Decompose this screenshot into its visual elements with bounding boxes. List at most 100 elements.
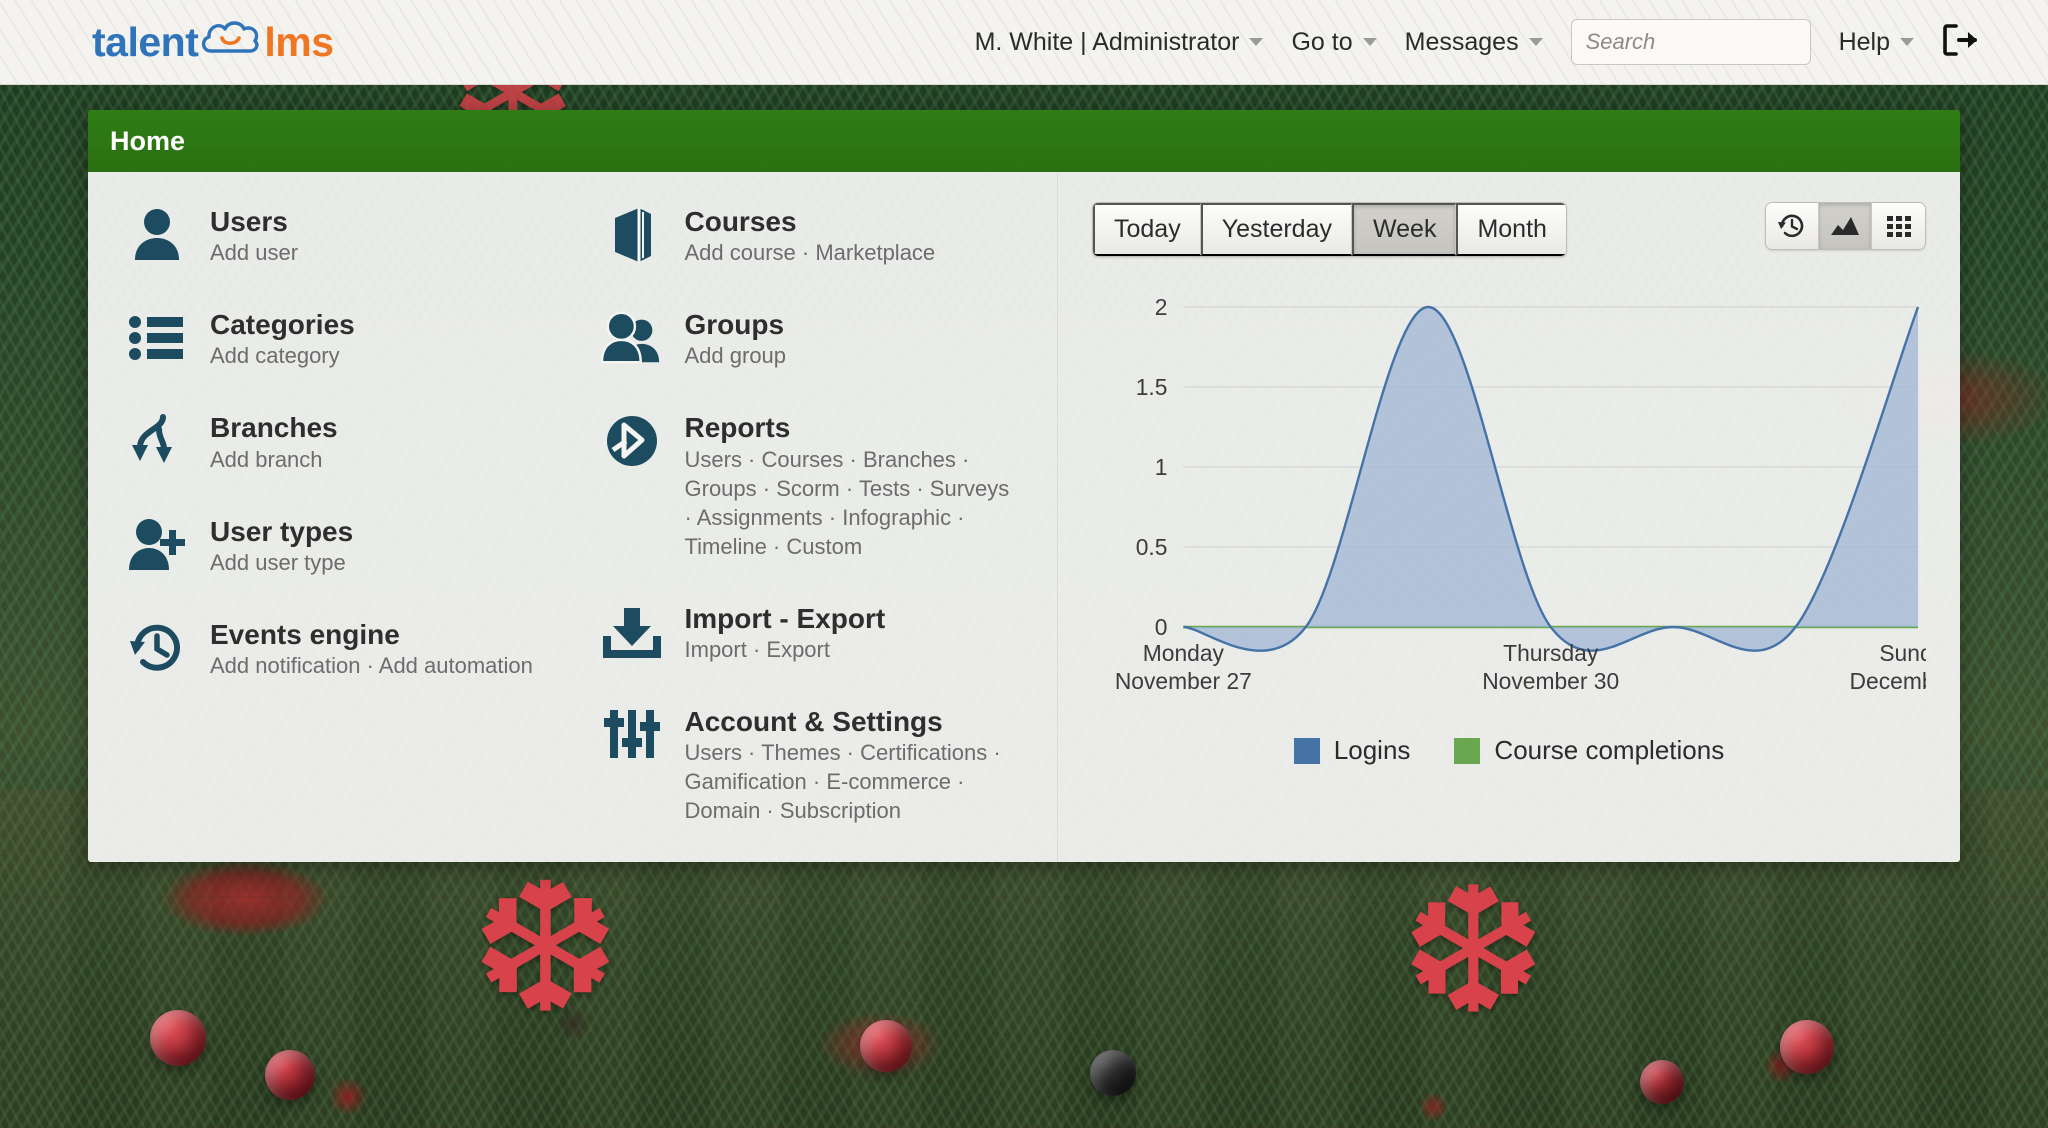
chart-series-line bbox=[1183, 306, 1920, 653]
menu-item-groups[interactable]: Groups Add group bbox=[600, 307, 1058, 370]
nav-user-menu[interactable]: M. White | Administrator bbox=[975, 28, 1264, 57]
tab-month[interactable]: Month bbox=[1456, 203, 1566, 257]
nav-help-menu-label: Help bbox=[1838, 27, 1890, 56]
menu-item-sublinks[interactable]: Add group bbox=[685, 341, 787, 370]
legend-swatch bbox=[1454, 737, 1481, 764]
grid-table-icon[interactable] bbox=[1872, 203, 1925, 249]
menu-item-sublinks[interactable]: Users · Courses · Branches · Groups · Sc… bbox=[685, 445, 1015, 561]
legend-item-course-completions[interactable]: Course completions bbox=[1454, 735, 1724, 766]
menu-item-label: Import - Export bbox=[684, 602, 886, 634]
x-axis-day-label: Monday bbox=[1143, 640, 1225, 666]
legend-swatch bbox=[1293, 737, 1320, 764]
chevron-down-icon bbox=[1528, 38, 1543, 46]
x-axis-date-label: December 03 bbox=[1850, 668, 1926, 694]
snowflake-decoration: ❆ bbox=[470, 849, 621, 1050]
menu-item-label: Reports bbox=[684, 412, 791, 444]
clock-history-icon[interactable] bbox=[1766, 203, 1819, 249]
menu-item-label: Courses bbox=[684, 206, 797, 237]
x-axis-day-label: Sunday bbox=[1879, 640, 1926, 666]
menu-item-label: Groups bbox=[684, 309, 785, 341]
y-axis-tick-label: 1 bbox=[1155, 454, 1168, 480]
menu-item-sublinks[interactable]: Add notification · Add automation bbox=[210, 651, 533, 680]
bauble-decoration bbox=[860, 1020, 912, 1072]
bauble-decoration bbox=[1090, 1050, 1136, 1096]
chevron-down-icon bbox=[1249, 38, 1264, 46]
menu-item-users[interactable]: Users Add user bbox=[126, 204, 583, 267]
users-group-icon bbox=[600, 307, 663, 369]
legend-item-logins[interactable]: Logins bbox=[1293, 735, 1410, 766]
chart-view-toggle bbox=[1765, 202, 1926, 250]
clock-history-icon bbox=[126, 617, 188, 679]
nav-goto-menu-label: Go to bbox=[1291, 27, 1353, 56]
menu-item-courses[interactable]: Courses Add course · Marketplace bbox=[601, 204, 1058, 267]
dashboard-chart-region: Today Yesterday Week Month 0 0.5 1 1.5 2… bbox=[1058, 172, 1960, 862]
tab-yesterday[interactable]: Yesterday bbox=[1200, 203, 1352, 257]
logins-area-chart: 0 0.5 1 1.5 2 Monday November 27 Thursday Novem… bbox=[1092, 293, 1926, 713]
bauble-decoration bbox=[1640, 1060, 1684, 1104]
menu-item-sublinks[interactable]: Add course · Marketplace bbox=[685, 238, 936, 267]
tab-today[interactable]: Today bbox=[1093, 203, 1201, 257]
sign-out-icon[interactable] bbox=[1942, 23, 1980, 62]
y-axis-tick-label: 0.5 bbox=[1136, 534, 1168, 560]
page-root: ❆ ❆ ❆ talent lms M. White | Administrato… bbox=[0, 0, 2048, 1128]
legend-label: Course completions bbox=[1494, 735, 1725, 766]
chevron-down-icon bbox=[1900, 38, 1914, 46]
menu-item-sublinks[interactable]: Add user bbox=[210, 238, 298, 267]
menu-item-branches[interactable]: Branches Add branch bbox=[126, 410, 583, 473]
time-range-tabs: Today Yesterday Week Month bbox=[1092, 202, 1567, 258]
menu-item-account-settings[interactable]: Account & Settings Users · Themes · Cert… bbox=[601, 704, 1058, 825]
search-input[interactable] bbox=[1570, 19, 1811, 65]
talentlms-logo[interactable]: talent lms bbox=[92, 17, 334, 67]
menu-item-reports[interactable]: Reports Users · Courses · Branches · Gro… bbox=[601, 410, 1058, 560]
tab-week[interactable]: Week bbox=[1352, 203, 1457, 257]
menu-item-sublinks[interactable]: Users · Themes · Certifications · Gamifi… bbox=[685, 738, 1015, 825]
panel-header: Home bbox=[88, 110, 1960, 172]
menu-item-label: Users bbox=[210, 206, 288, 237]
menu-item-sublinks[interactable]: Add branch bbox=[210, 445, 338, 474]
x-axis-date-label: November 27 bbox=[1115, 668, 1252, 694]
branch-arrows-icon bbox=[126, 410, 188, 472]
menu-item-events-engine[interactable]: Events engine Add notification · Add aut… bbox=[126, 617, 583, 680]
logo-lms-text: lms bbox=[264, 18, 334, 65]
menu-item-sublinks[interactable]: Import · Export bbox=[685, 635, 886, 664]
chart-y-axis-labels: 0 0.5 1 1.5 2 bbox=[1136, 294, 1168, 640]
chart-toolbar: Today Yesterday Week Month bbox=[1092, 202, 1926, 258]
chevron-down-icon bbox=[1362, 38, 1377, 46]
logo-talent-text: talent bbox=[92, 18, 199, 65]
user-plus-icon bbox=[126, 514, 188, 576]
user-icon bbox=[126, 204, 188, 266]
nav-goto-menu[interactable]: Go to bbox=[1291, 27, 1377, 57]
nav-user-menu-label: M. White | Administrator bbox=[974, 27, 1240, 56]
page-title: Home bbox=[110, 125, 186, 156]
bauble-decoration bbox=[1780, 1020, 1834, 1074]
chart-area-fill bbox=[1183, 307, 1919, 651]
menu-item-categories[interactable]: Categories Add category bbox=[126, 307, 583, 370]
chart-legend: Logins Course completions bbox=[1092, 735, 1926, 766]
home-content-panel: Home Users Add user Categories Add categ… bbox=[88, 110, 1960, 862]
area-chart-icon[interactable] bbox=[1819, 203, 1872, 249]
x-axis-day-label: Thursday bbox=[1503, 640, 1599, 666]
x-axis-date-label: November 30 bbox=[1482, 668, 1619, 694]
top-nav-items: M. White | Administrator Go to Messages … bbox=[975, 19, 1980, 65]
menu-item-sublinks[interactable]: Add user type bbox=[210, 548, 353, 577]
menu-item-user-types[interactable]: User types Add user type bbox=[126, 514, 583, 577]
menu-item-label: Categories bbox=[210, 309, 355, 341]
chart-svg: 0 0.5 1 1.5 2 MondayNovember 27 ThursdayNovem… bbox=[1115, 294, 1926, 694]
nav-messages-menu[interactable]: Messages bbox=[1405, 28, 1543, 57]
y-axis-tick-label: 1.5 bbox=[1136, 374, 1168, 400]
admin-menu-column-right: Courses Add course · Marketplace Groups … bbox=[583, 204, 1058, 834]
admin-menu: Users Add user Categories Add category B… bbox=[88, 172, 1058, 862]
chart-gridlines bbox=[1183, 306, 1919, 628]
menu-item-label: Branches bbox=[210, 412, 338, 444]
menu-item-sublinks[interactable]: Add category bbox=[210, 341, 355, 370]
menu-item-import-export[interactable]: Import - Export Import · Export bbox=[601, 601, 1058, 664]
y-axis-tick-label: 0 bbox=[1155, 614, 1168, 640]
nav-messages-menu-label: Messages bbox=[1404, 27, 1519, 56]
nav-help-menu[interactable]: Help bbox=[1839, 28, 1914, 57]
top-navigation-bar: talent lms M. White | Administrator Go t… bbox=[0, 0, 2048, 85]
bauble-decoration bbox=[150, 1010, 206, 1066]
download-tray-icon bbox=[601, 601, 663, 663]
chart-series bbox=[1183, 306, 1920, 653]
menu-item-label: Events engine bbox=[210, 618, 400, 650]
bauble-decoration bbox=[265, 1050, 315, 1100]
